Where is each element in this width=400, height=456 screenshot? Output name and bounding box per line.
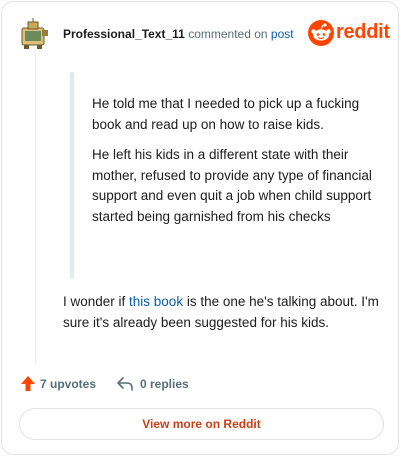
username-link[interactable]: Professional_Text_11 [63, 27, 185, 41]
thread-line [35, 54, 36, 364]
comment-meta: Professional_Text_11 commented on post [63, 27, 294, 41]
quote-paragraph: He left his kids in a different state wi… [92, 147, 372, 224]
embed-card: Professional_Text_11 commented on post r… [1, 1, 399, 455]
book-link[interactable]: this book [129, 294, 183, 309]
upvote-count: 7 upvotes [40, 377, 97, 391]
reply-count: 0 replies [140, 377, 189, 391]
body-text-start: I wonder if [63, 294, 130, 309]
avatar-icon[interactable] [20, 18, 50, 50]
comment-header: Professional_Text_11 commented on post r… [20, 18, 390, 52]
reddit-brand[interactable]: reddit [308, 20, 390, 48]
upvote-button[interactable]: 7 upvotes [20, 374, 100, 394]
view-more-button[interactable]: View more on Reddit [19, 408, 384, 440]
comment-body: I wonder if this book is the one he's ta… [63, 292, 388, 333]
reply-arrow-icon [117, 377, 133, 391]
action-text: commented on [188, 27, 268, 41]
quote-bar [70, 72, 74, 279]
quote-paragraph: He told me that I needed to pick up a fu… [92, 96, 360, 132]
quoted-text: He told me that I needed to pick up a fu… [92, 94, 372, 227]
post-link[interactable]: post [271, 27, 294, 41]
reply-button[interactable]: 0 replies [116, 374, 196, 394]
reddit-logo-icon [308, 20, 334, 46]
upvote-arrow-icon [21, 376, 35, 391]
reddit-wordmark: reddit [336, 21, 390, 43]
